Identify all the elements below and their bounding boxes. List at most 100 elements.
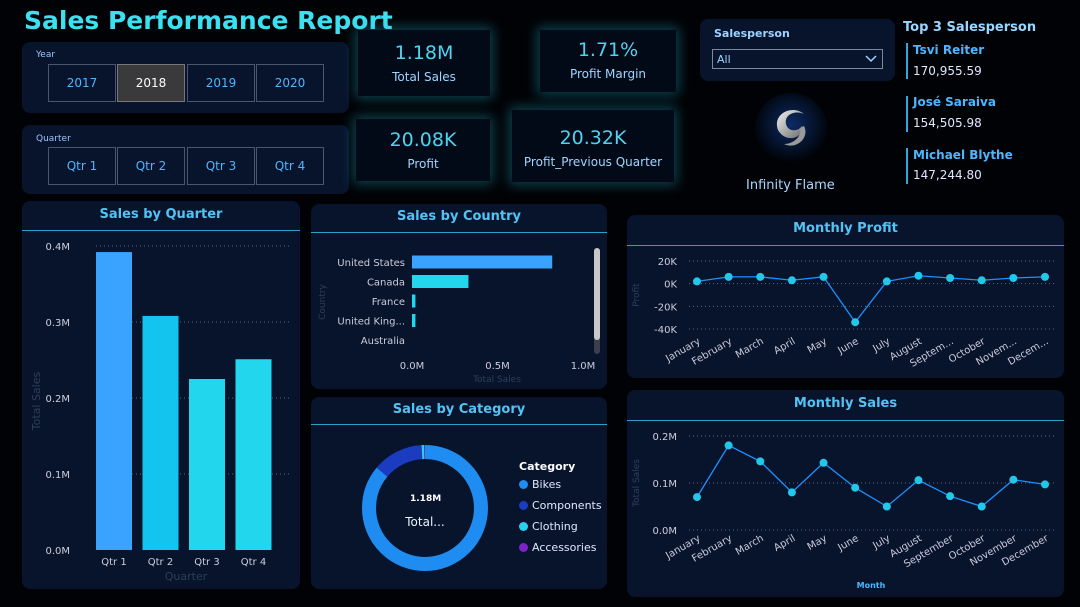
- series-line: [696, 275, 1046, 324]
- x-axis-title: Total Sales: [472, 375, 521, 385]
- kpi-profit-prev-value: 20.32K: [559, 127, 627, 149]
- x-tick-label: April: [772, 533, 797, 554]
- y-tick-label: 0.1M: [45, 470, 70, 481]
- legend-marker: [519, 501, 528, 510]
- x-tick-label: March: [734, 533, 766, 558]
- y-tick-label: 0.1M: [652, 479, 677, 490]
- top3-divider: [906, 148, 908, 184]
- legend-item-accessories: Accessories: [519, 541, 596, 554]
- legend-item-clothing: Clothing: [519, 520, 578, 533]
- year-2017-button[interactable]: 2017: [48, 64, 116, 102]
- legend-item-bikes: Bikes: [519, 478, 561, 491]
- y-tick-label: 20K: [658, 257, 678, 268]
- x-tick-label: 0.5M: [485, 361, 510, 372]
- top3-name: José Saraiva: [913, 95, 996, 109]
- data-point: [1009, 274, 1018, 282]
- data-point: [693, 277, 701, 286]
- y-tick-label: -20K: [654, 302, 677, 313]
- year-2019-button[interactable]: 2019: [187, 64, 255, 102]
- x-axis-title: Month: [857, 581, 886, 590]
- x-tick-label: May: [806, 533, 829, 553]
- y-tick-label: 0.2M: [652, 432, 677, 443]
- kpi-profit-value: 20.08K: [389, 129, 457, 151]
- brand-logo: [752, 92, 830, 178]
- legend-marker: [519, 543, 528, 552]
- salesperson-label: Salesperson: [714, 27, 790, 40]
- donut-center-label: Total...: [405, 515, 445, 529]
- monthly-sales-chart: 0.0M0.1M0.2MJanuaryFebruary March April May…: [632, 432, 1055, 590]
- top3-value: 170,955.59: [913, 64, 982, 78]
- quarter-4-button[interactable]: Qtr 4: [256, 147, 324, 185]
- data-point: [914, 476, 923, 485]
- x-tick-label: March: [734, 336, 766, 361]
- data-point: [787, 276, 796, 285]
- sales-by-country-panel: Sales by Country United States Canada Fran…: [311, 204, 607, 389]
- kpi-profit-label: Profit: [407, 157, 439, 171]
- bar: [412, 294, 416, 308]
- legend-item-components: Components: [519, 499, 602, 512]
- kpi-profit: 20.08K Profit: [356, 119, 490, 181]
- top3-divider: [906, 96, 908, 132]
- kpi-profit-margin-label: Profit Margin: [569, 67, 647, 81]
- data-point: [756, 457, 765, 466]
- y-tick-label: France: [372, 297, 405, 308]
- top3-value: 154,505.98: [913, 116, 982, 130]
- sales-by-country-chart: United States Canada France United King... A…: [318, 255, 596, 385]
- legend-marker: [519, 522, 528, 531]
- x-tick-label: 0.0M: [400, 361, 425, 372]
- quarter-2-button[interactable]: Qtr 2: [117, 147, 185, 185]
- x-tick-label: May: [806, 336, 829, 356]
- donut-center-value: 1.18M: [410, 494, 442, 504]
- data-point: [1009, 475, 1018, 484]
- x-tick-label: Qtr 2: [148, 557, 173, 568]
- legend-marker: [519, 480, 528, 489]
- kpi-profit-margin: 1.71% Profit Margin: [540, 30, 676, 92]
- legend-label: Bikes: [532, 478, 562, 491]
- x-tick-label: June: [835, 533, 860, 554]
- data-point: [724, 272, 733, 281]
- y-axis-title: Country: [318, 283, 328, 319]
- salesperson-filter: Salesperson All: [700, 19, 895, 81]
- data-point: [787, 488, 796, 497]
- legend-label: Clothing: [532, 520, 578, 533]
- data-point: [882, 277, 891, 286]
- bar: [412, 275, 469, 288]
- y-tick-label: 0.0M: [652, 526, 677, 537]
- country-scrollbar[interactable]: [594, 248, 600, 354]
- data-point: [914, 271, 923, 280]
- quarter-slicer: Quarter Qtr 1 Qtr 2 Qtr 3 Qtr 4: [22, 125, 349, 194]
- y-tick-label: United States: [337, 258, 405, 269]
- data-point: [882, 502, 891, 511]
- y-tick-label: Canada: [367, 278, 405, 289]
- quarter-slicer-label: Quarter: [36, 134, 71, 144]
- monthly-profit-panel: Monthly Profit 20K 0K -20K -40K January Febru…: [627, 215, 1064, 378]
- quarter-3-button[interactable]: Qtr 3: [187, 147, 255, 185]
- bar: [412, 255, 553, 269]
- y-tick-label: United King...: [337, 317, 405, 328]
- kpi-total-sales: 1.18M Total Sales: [358, 30, 490, 96]
- year-2020-button[interactable]: 2020: [256, 64, 324, 102]
- bar: [412, 314, 416, 327]
- data-point: [819, 458, 828, 467]
- bar: [96, 252, 132, 550]
- flame-logo-icon: [755, 93, 827, 163]
- data-point: [946, 274, 955, 282]
- quarter-1-button[interactable]: Qtr 1: [48, 147, 116, 185]
- top3-name: Tsvi Reiter: [913, 43, 985, 57]
- data-point: [851, 483, 860, 492]
- y-axis-title: Total Sales: [632, 459, 642, 508]
- data-point: [1041, 272, 1049, 281]
- y-axis-title: Profit: [632, 283, 642, 307]
- salesperson-dropdown[interactable]: All: [712, 49, 883, 69]
- year-2018-button[interactable]: 2018: [117, 64, 185, 102]
- x-tick-label: Qtr 4: [241, 557, 266, 568]
- data-point: [977, 502, 986, 511]
- data-point: [977, 276, 986, 285]
- bar: [142, 315, 179, 550]
- page-title: Sales Performance Report: [24, 6, 393, 35]
- y-axis-title: Total Sales: [30, 372, 43, 432]
- x-tick-label: 1.0M: [571, 361, 596, 372]
- data-point: [724, 441, 733, 450]
- sales-by-quarter-panel: Sales by Quarter 0.0M 0.1M 0.2M 0.3M 0.4M Qtr…: [22, 201, 300, 589]
- x-tick-label: April: [772, 336, 797, 357]
